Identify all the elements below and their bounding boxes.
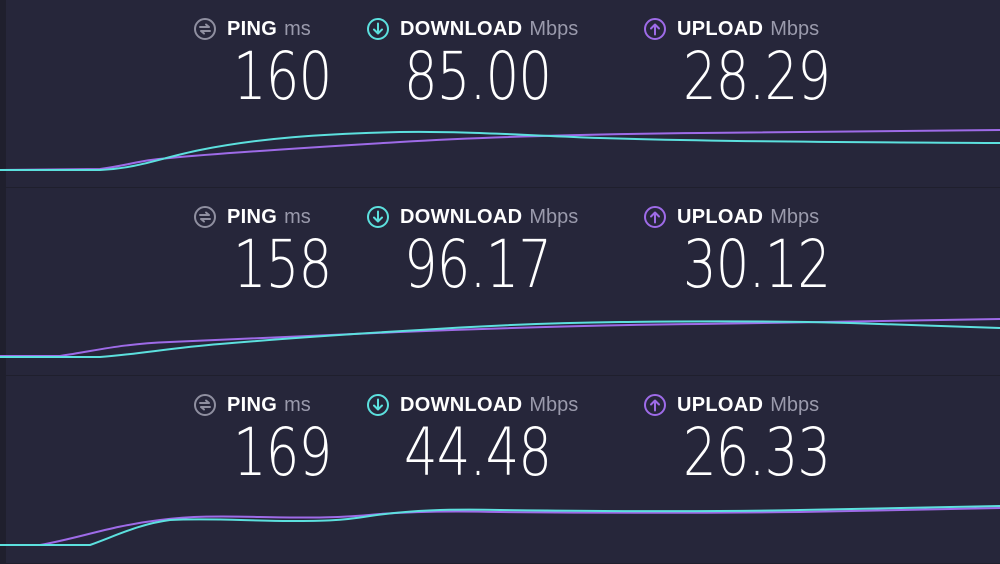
upload-speed-line — [0, 507, 1000, 546]
result-panel-1: PING ms 160 DOWNLOAD Mbps 85.00 UPLOAD M… — [0, 0, 1000, 187]
ping-arrows-icon — [193, 205, 217, 229]
upload-speed-line — [0, 129, 1000, 171]
upload-value: 28.29 — [683, 38, 831, 115]
download-metric: DOWNLOAD Mbps 44.48 — [366, 376, 636, 506]
ping-metric: PING ms 169 — [193, 376, 363, 506]
speed-test-results: PING ms 160 DOWNLOAD Mbps 85.00 UPLOAD M… — [0, 0, 1000, 564]
result-panel-3: PING ms 169 DOWNLOAD Mbps 44.48 UPLOAD M… — [0, 376, 1000, 563]
speed-graph — [0, 118, 1000, 187]
download-value: 85.00 — [404, 38, 552, 115]
upload-arrow-icon — [643, 393, 667, 417]
download-value: 44.48 — [404, 414, 552, 491]
speed-graph — [0, 494, 1000, 563]
download-value: 96.17 — [404, 226, 552, 303]
upload-metric: UPLOAD Mbps 26.33 — [643, 376, 883, 506]
ping-metric: PING ms 160 — [193, 0, 363, 130]
download-arrow-icon — [366, 205, 390, 229]
download-arrow-icon — [366, 393, 390, 417]
ping-arrows-icon — [193, 393, 217, 417]
upload-value: 26.33 — [683, 414, 831, 491]
upload-metric: UPLOAD Mbps 28.29 — [643, 0, 883, 130]
download-speed-line — [0, 320, 1000, 358]
download-metric: DOWNLOAD Mbps 85.00 — [366, 0, 636, 130]
ping-arrows-icon — [193, 17, 217, 41]
ping-value: 160 — [233, 38, 332, 115]
download-metric: DOWNLOAD Mbps 96.17 — [366, 188, 636, 318]
upload-arrow-icon — [643, 17, 667, 41]
result-panel-2: PING ms 158 DOWNLOAD Mbps 96.17 UPLOAD M… — [0, 188, 1000, 375]
speed-graph — [0, 306, 1000, 375]
upload-value: 30.12 — [683, 226, 831, 303]
ping-value: 158 — [233, 226, 332, 303]
upload-arrow-icon — [643, 205, 667, 229]
download-arrow-icon — [366, 17, 390, 41]
ping-value: 169 — [233, 414, 332, 491]
upload-metric: UPLOAD Mbps 30.12 — [643, 188, 883, 318]
ping-metric: PING ms 158 — [193, 188, 363, 318]
